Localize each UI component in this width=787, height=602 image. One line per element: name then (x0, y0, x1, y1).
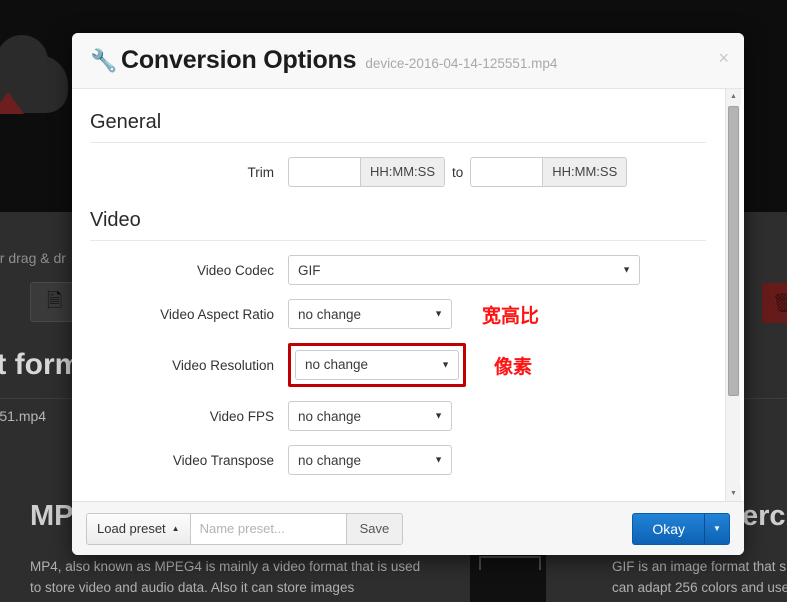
section-divider-general (90, 142, 706, 143)
dialog-footer: Load preset ▲ Save Okay ▼ (72, 501, 744, 555)
video-transpose-select[interactable]: no change ▼ (288, 445, 452, 475)
dialog-header: 🔧 Conversion Options device-2016-04-14-1… (72, 33, 744, 89)
okay-dropdown-toggle[interactable]: ▼ (705, 512, 730, 545)
load-preset-button[interactable]: Load preset ▲ (86, 512, 191, 545)
video-aspect-ratio-select[interactable]: no change ▼ (288, 299, 452, 329)
output-format-heading: ut form (0, 348, 82, 381)
section-video: Video Video Codec GIF ▼ Video Aspect Rat… (88, 209, 708, 475)
scroll-up-icon[interactable]: ▲ (726, 89, 741, 104)
highlight-box-video-resolution: no change ▼ (288, 343, 466, 387)
dialog-title: Conversion Options (121, 46, 357, 74)
chevron-down-icon: ▼ (434, 410, 443, 421)
dialog-subtitle-filename: device-2016-04-14-125551.mp4 (365, 56, 558, 71)
close-icon[interactable]: × (718, 49, 729, 67)
video-transpose-value: no change (298, 452, 362, 468)
label-video-resolution: Video Resolution (172, 357, 274, 373)
trim-from-group: HH:MM:SS (288, 157, 445, 187)
video-fps-controls: no change ▼ (288, 401, 452, 431)
section-divider-video (90, 240, 706, 241)
chevron-down-icon: ▼ (713, 524, 721, 533)
mp4-description: MP4, also known as MPEG4 is mainly a vid… (30, 559, 421, 595)
trim-start-format-addon: HH:MM:SS (360, 157, 445, 187)
video-fps-value: no change (298, 408, 362, 424)
okay-group: Okay ▼ (632, 512, 730, 545)
load-preset-label: Load preset (97, 521, 166, 536)
trim-controls: HH:MM:SS to HH:MM:SS (288, 157, 628, 187)
preset-name-input[interactable] (190, 512, 346, 545)
save-preset-button[interactable]: Save (345, 512, 404, 545)
label-trim: Trim (247, 164, 275, 180)
wrench-icon: 🔧 (90, 47, 118, 73)
trim-separator: to (452, 164, 464, 180)
form-row-video-codec: Video Codec GIF ▼ (88, 255, 708, 285)
form-row-video-aspect-ratio: Video Aspect Ratio no change ▼ 宽高比 (88, 299, 708, 329)
drag-drop-text: or drag & dr (0, 250, 66, 266)
mp4-heading: MP (30, 500, 74, 532)
preset-group: Load preset ▲ Save (86, 512, 404, 545)
label-video-aspect-ratio: Video Aspect Ratio (160, 306, 274, 322)
video-resolution-select[interactable]: no change ▼ (295, 350, 459, 380)
trim-end-format-addon: HH:MM:SS (542, 157, 628, 187)
gif-description: GIF is an image format that su can adapt… (612, 556, 787, 598)
video-aspect-ratio-value: no change (298, 306, 362, 322)
conversion-options-dialog: 🔧 Conversion Options device-2016-04-14-1… (72, 33, 744, 555)
form-row-trim: Trim HH:MM:SS to HH:MM:SS (88, 157, 708, 187)
format-icon (470, 552, 546, 602)
video-aspect-ratio-controls: no change ▼ 宽高比 (288, 299, 539, 329)
page-root: or drag & dr 🗎 🗑 ut form 25551.mp4 MP er… (0, 0, 787, 602)
delete-file-icon: 🗑 (772, 293, 787, 313)
video-fps-select[interactable]: no change ▼ (288, 401, 452, 431)
label-video-codec: Video Codec (196, 262, 274, 278)
trim-start-input[interactable] (288, 157, 360, 187)
section-title-general: General (90, 111, 162, 133)
chevron-down-icon: ▼ (622, 264, 631, 275)
dialog-body: General Trim HH:MM:SS to HH:MM:SS Video … (72, 89, 744, 501)
gif-description-line-1: GIF is an image format that su (612, 559, 787, 574)
upload-arrow-icon (0, 92, 24, 114)
scroll-down-icon[interactable]: ▼ (726, 486, 741, 501)
annotation-resolution: 像素 (494, 356, 533, 378)
section-general: General Trim HH:MM:SS to HH:MM:SS (88, 111, 708, 187)
section-title-video: Video (90, 209, 141, 231)
scrollbar-thumb[interactable] (728, 106, 739, 396)
video-codec-value: GIF (298, 262, 321, 278)
video-resolution-controls: no change ▼ 像素 (288, 343, 532, 387)
chevron-down-icon: ▼ (434, 308, 443, 319)
form-row-video-resolution: Video Resolution no change ▼ 像素 (88, 343, 708, 387)
dialog-scrollbar[interactable]: ▲ ▼ (725, 89, 741, 501)
video-codec-select[interactable]: GIF ▼ (288, 255, 640, 285)
label-video-transpose: Video Transpose (172, 452, 274, 468)
gif-description-line-2: can adapt 256 colors and use (612, 580, 787, 595)
chevron-up-icon: ▲ (171, 523, 180, 533)
form-row-video-fps: Video FPS no change ▼ (88, 401, 708, 431)
search-heading: erch (742, 500, 787, 532)
label-video-fps: Video FPS (209, 408, 274, 424)
chevron-down-icon: ▼ (441, 359, 450, 370)
annotation-aspect-ratio: 宽高比 (482, 305, 540, 327)
form-row-video-transpose: Video Transpose no change ▼ (88, 445, 708, 475)
chevron-down-icon: ▼ (434, 454, 443, 465)
okay-button[interactable]: Okay (632, 512, 705, 545)
background-filename: 25551.mp4 (0, 408, 47, 424)
trim-end-input[interactable] (470, 157, 543, 187)
video-transpose-controls: no change ▼ (288, 445, 452, 475)
trim-to-group: HH:MM:SS (470, 157, 628, 187)
video-codec-controls: GIF ▼ (288, 255, 640, 285)
add-file-icon: 🗎 (47, 291, 63, 312)
